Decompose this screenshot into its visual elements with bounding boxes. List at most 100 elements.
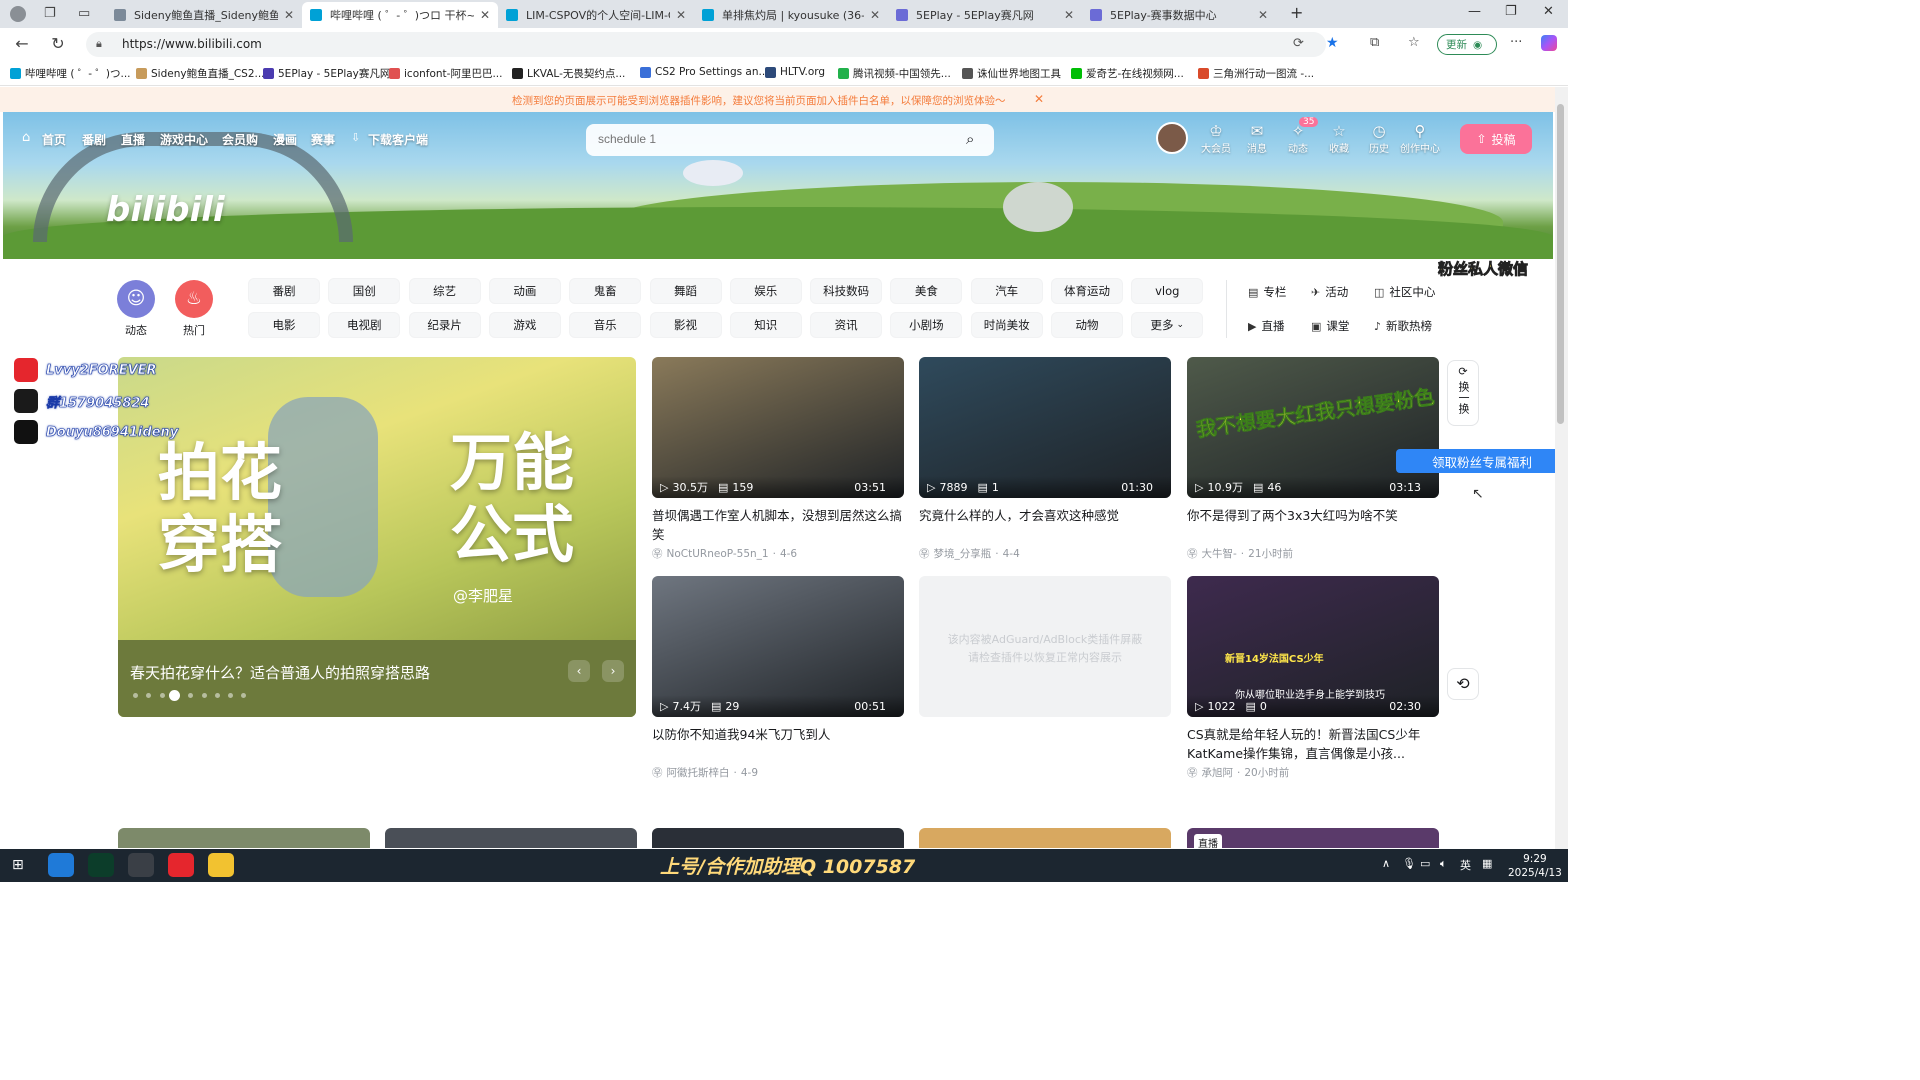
start-icon[interactable]: ⊞ bbox=[12, 857, 24, 873]
copilot-icon[interactable] bbox=[1541, 35, 1557, 51]
channel-chip[interactable]: 动画 bbox=[488, 278, 561, 304]
search-input[interactable] bbox=[598, 132, 938, 146]
browser-tab[interactable]: 单排焦灼局 | kyousuke (36-21) 荒 ✕ bbox=[694, 2, 888, 28]
next-row-thumb-2[interactable] bbox=[385, 828, 637, 848]
tab-close-icon[interactable]: ✕ bbox=[480, 8, 490, 22]
more-icon[interactable]: ··· bbox=[1510, 35, 1522, 50]
close-window-icon[interactable]: ✕ bbox=[1543, 4, 1554, 19]
bookmark-item[interactable]: 诛仙世界地图工具 bbox=[962, 66, 1061, 81]
tab-close-icon[interactable]: ✕ bbox=[1064, 8, 1074, 22]
side-link[interactable]: ♪ 新歌热榜 bbox=[1374, 318, 1432, 334]
channel-chip[interactable]: 娱乐 bbox=[729, 278, 802, 304]
reload-icon[interactable]: ↻ bbox=[48, 34, 68, 53]
douyu-taskbar-icon[interactable] bbox=[208, 853, 234, 877]
tab-close-icon[interactable]: ✕ bbox=[1258, 8, 1268, 22]
bookmark-item[interactable]: Sideny鲍鱼直播_CS2... bbox=[136, 66, 265, 81]
nav-favorite[interactable]: ☆ 收藏 bbox=[1319, 122, 1359, 155]
channel-chip[interactable]: 知识 bbox=[729, 312, 802, 338]
tab-actions-icon[interactable]: ▭ bbox=[78, 6, 90, 21]
scroll-top-button[interactable]: ⟲ bbox=[1447, 668, 1479, 700]
channel-chip[interactable]: 国创 bbox=[328, 278, 401, 304]
video-meta[interactable]: ㉾大牛智- · 21小时前 bbox=[1187, 546, 1293, 561]
clock[interactable]: 9:29 2025/4/13 bbox=[1508, 852, 1562, 880]
nav-link-6[interactable]: 赛事 bbox=[311, 131, 335, 148]
dynamic-feed-icon[interactable]: ☺ bbox=[117, 280, 155, 318]
bookmark-item[interactable]: CS2 Pro Settings an... bbox=[640, 66, 769, 78]
upload-button[interactable]: ⇧ 投稿 bbox=[1460, 124, 1532, 154]
new-tab-icon[interactable]: + bbox=[1290, 3, 1303, 22]
nav-vip[interactable]: ♔ 大会员 bbox=[1196, 122, 1236, 155]
tab-close-icon[interactable]: ✕ bbox=[870, 8, 880, 22]
video-thumbnail[interactable]: ▷ 1022 ▤ 0 02:30 新晋14岁法国CS少年 你从哪位职业选手身上能学到技巧 bbox=[1187, 576, 1439, 717]
tab-close-icon[interactable]: ✕ bbox=[284, 8, 294, 22]
carousel-dot[interactable] bbox=[159, 693, 165, 698]
channel-chip[interactable]: 电影 bbox=[248, 312, 320, 338]
channel-chip[interactable]: 电视剧 bbox=[328, 312, 401, 338]
bookmark-item[interactable]: 三角洲行动一图流 -... bbox=[1198, 66, 1314, 81]
tray-chevron-icon[interactable]: ∧ bbox=[1382, 857, 1390, 870]
video-meta[interactable]: ㉾阿徽托斯梓白 · 4-9 bbox=[652, 765, 758, 780]
ime-grid-icon[interactable]: ▦ bbox=[1482, 857, 1492, 870]
video-thumbnail[interactable]: ▷ 7889 ▤ 1 01:30 bbox=[919, 357, 1171, 498]
bookmark-item[interactable]: 腾讯视频-中国领先... bbox=[838, 66, 951, 81]
channel-chip[interactable]: 科技数码 bbox=[810, 278, 883, 304]
video-thumbnail[interactable]: ▷ 30.5万 ▤ 159 03:51 bbox=[652, 357, 904, 498]
steam-taskbar-icon[interactable] bbox=[128, 853, 154, 877]
refresh-button[interactable]: ⟳ 换一换 bbox=[1447, 360, 1479, 426]
carousel-next-button[interactable]: › bbox=[602, 660, 624, 682]
channel-chip[interactable]: 资讯 bbox=[810, 312, 883, 338]
nav-message[interactable]: ✉ 消息 bbox=[1237, 122, 1277, 155]
channel-chip[interactable]: 影视 bbox=[649, 312, 722, 338]
url-text[interactable]: https://www.bilibili.com bbox=[122, 37, 262, 51]
mic-icon[interactable]: 🎙︎ bbox=[1402, 857, 1416, 870]
bookmark-item[interactable]: iconfont-阿里巴巴... bbox=[389, 66, 502, 81]
nav-link-3[interactable]: 游戏中心 bbox=[160, 131, 208, 148]
channel-chip[interactable]: 综艺 bbox=[408, 278, 481, 304]
video-title[interactable]: 究竟什么样的人，才会喜欢这种感觉 bbox=[919, 506, 1171, 525]
channel-chip[interactable]: 番剧 bbox=[248, 278, 320, 304]
bookmark-item[interactable]: 5EPlay - 5EPlay赛凡网 bbox=[263, 66, 390, 81]
bilibili-logo[interactable]: bilibili bbox=[106, 190, 225, 230]
netease-taskbar-icon[interactable] bbox=[168, 853, 194, 877]
side-link[interactable]: ▶ 直播 bbox=[1248, 318, 1284, 334]
nav-link-7[interactable]: 下载客户端 bbox=[368, 131, 428, 148]
favorite-star-icon[interactable]: ★ bbox=[1326, 35, 1339, 51]
nav-link-2[interactable]: 直播 bbox=[121, 131, 145, 148]
browser-tab[interactable]: LIM-CSPOV的个人空间-LIM-CSPC ✕ bbox=[498, 2, 694, 28]
minimize-icon[interactable]: — bbox=[1468, 4, 1481, 19]
channel-round-label[interactable]: 动态 bbox=[116, 322, 156, 338]
video-thumbnail[interactable]: ▷ 7.4万 ▤ 29 00:51 bbox=[652, 576, 904, 717]
omnibox[interactable] bbox=[86, 32, 1326, 57]
carousel-dot[interactable] bbox=[214, 693, 220, 698]
carousel-caption[interactable]: 春天拍花穿什么？适合普通人的拍照穿搭思路 bbox=[130, 662, 430, 683]
channel-chip[interactable]: 小剧场 bbox=[890, 312, 963, 338]
favorites-icon[interactable]: ☆ bbox=[1408, 35, 1420, 50]
nav-link-1[interactable]: 番剧 bbox=[82, 131, 106, 148]
channel-chip[interactable]: 音乐 bbox=[569, 312, 642, 338]
browser-tab[interactable]: Sideny鲍鱼直播_Sideny鲍鱼直播_Side ✕ bbox=[106, 2, 302, 28]
channel-chip[interactable]: 汽车 bbox=[970, 278, 1043, 304]
carousel-dot[interactable] bbox=[133, 693, 138, 698]
video-thumbnail[interactable]: ▷ 10.9万 ▤ 46 03:13 我不想要大红我只想要粉色 bbox=[1187, 357, 1439, 498]
browser-tab[interactable]: 5EPlay - 5EPlay赛凡网 ✕ bbox=[888, 2, 1082, 28]
channel-chip[interactable]: 体育运动 bbox=[1051, 278, 1123, 304]
channel-chip[interactable]: 鬼畜 bbox=[569, 278, 642, 304]
back-icon[interactable]: ← bbox=[12, 34, 32, 53]
avatar[interactable] bbox=[1156, 122, 1188, 154]
side-link[interactable]: ▤ 专栏 bbox=[1248, 284, 1286, 300]
nav-history[interactable]: ◷ 历史 bbox=[1359, 122, 1399, 155]
hot-icon[interactable]: ♨ bbox=[175, 280, 213, 318]
channel-chip[interactable]: 美食 bbox=[890, 278, 963, 304]
next-row-thumb-4[interactable] bbox=[919, 828, 1171, 848]
carousel-prev-button[interactable]: ‹ bbox=[568, 660, 590, 682]
translate-icon[interactable]: ⟳ bbox=[1293, 36, 1304, 51]
video-meta[interactable]: ㉾承旭阿 · 20小时前 bbox=[1187, 765, 1289, 780]
carousel-dot[interactable] bbox=[169, 690, 180, 701]
profile-icon[interactable] bbox=[10, 6, 26, 22]
bookmark-item[interactable]: LKVAL-无畏契约点... bbox=[512, 66, 625, 81]
update-button[interactable]: 更新 ◉ bbox=[1437, 34, 1497, 55]
video-title[interactable]: 你不是得到了两个3x3大红吗为啥不笑 bbox=[1187, 506, 1439, 525]
fans-benefit-button[interactable]: 领取粉丝专属福利 bbox=[1396, 449, 1568, 473]
notice-close-icon[interactable]: ✕ bbox=[1034, 92, 1044, 106]
volume-icon[interactable]: 🔈︎ bbox=[1440, 857, 1447, 871]
